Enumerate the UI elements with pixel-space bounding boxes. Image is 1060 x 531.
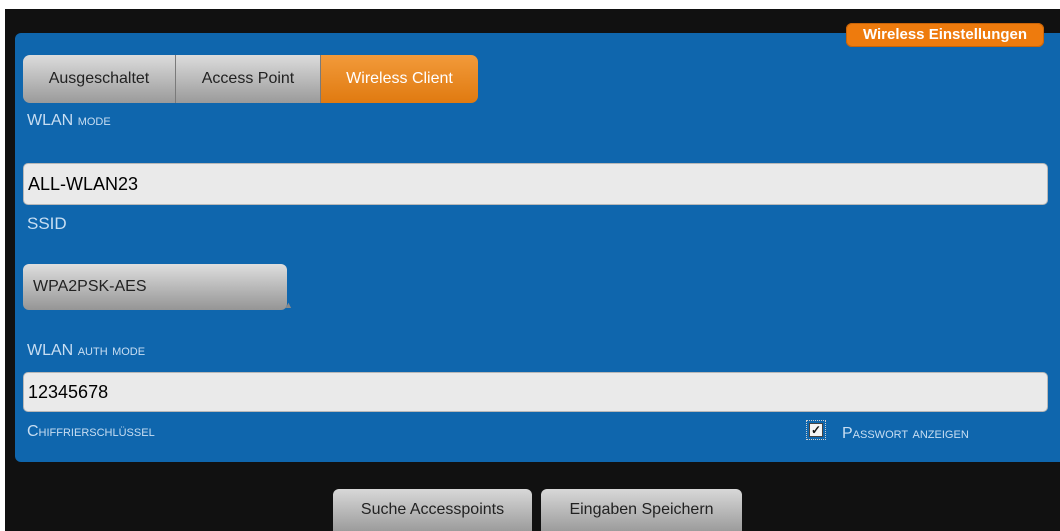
auth-mode-label-suffix: auth mode — [77, 342, 146, 359]
show-password-label: Passwort anzeigen — [842, 425, 969, 442]
left-border — [0, 0, 5, 531]
auth-mode-label-prefix: WLAN — [27, 342, 74, 359]
wlan-mode-label-suffix: mode — [77, 112, 111, 129]
key-label: Chiffrierschlüssel — [27, 423, 155, 440]
wlan-mode-label: WLAN mode — [27, 112, 111, 130]
checkmark-icon: ✓ — [809, 423, 823, 437]
top-border — [0, 0, 1060, 9]
key-input[interactable]: 12345678 — [23, 372, 1048, 412]
show-password-checkbox[interactable]: ✓ — [806, 420, 826, 440]
wlan-mode-label-prefix: WLAN — [27, 112, 74, 129]
ssid-label: SSID — [27, 214, 67, 233]
mode-access-point-button[interactable]: Access Point — [176, 55, 321, 103]
auth-mode-select[interactable]: WPA2PSK-AES ▲ — [23, 264, 293, 310]
auth-mode-value: WPA2PSK-AES — [33, 278, 147, 295]
save-settings-button[interactable]: Eingaben Speichern — [541, 489, 742, 531]
ssid-input[interactable]: ALL-WLAN23 — [23, 163, 1048, 205]
section-title-badge: Wireless Einstellungen — [846, 23, 1044, 47]
chevron-up-icon: ▲ — [284, 300, 293, 310]
auth-mode-label: WLAN auth mode — [27, 342, 145, 360]
mode-wireless-client-button[interactable]: Wireless Client — [321, 55, 478, 103]
search-accesspoints-button[interactable]: Suche Accesspoints — [333, 489, 532, 531]
mode-off-button[interactable]: Ausgeschaltet — [23, 55, 176, 103]
wlan-mode-segmented-control: Ausgeschaltet Access Point Wireless Clie… — [23, 55, 478, 103]
